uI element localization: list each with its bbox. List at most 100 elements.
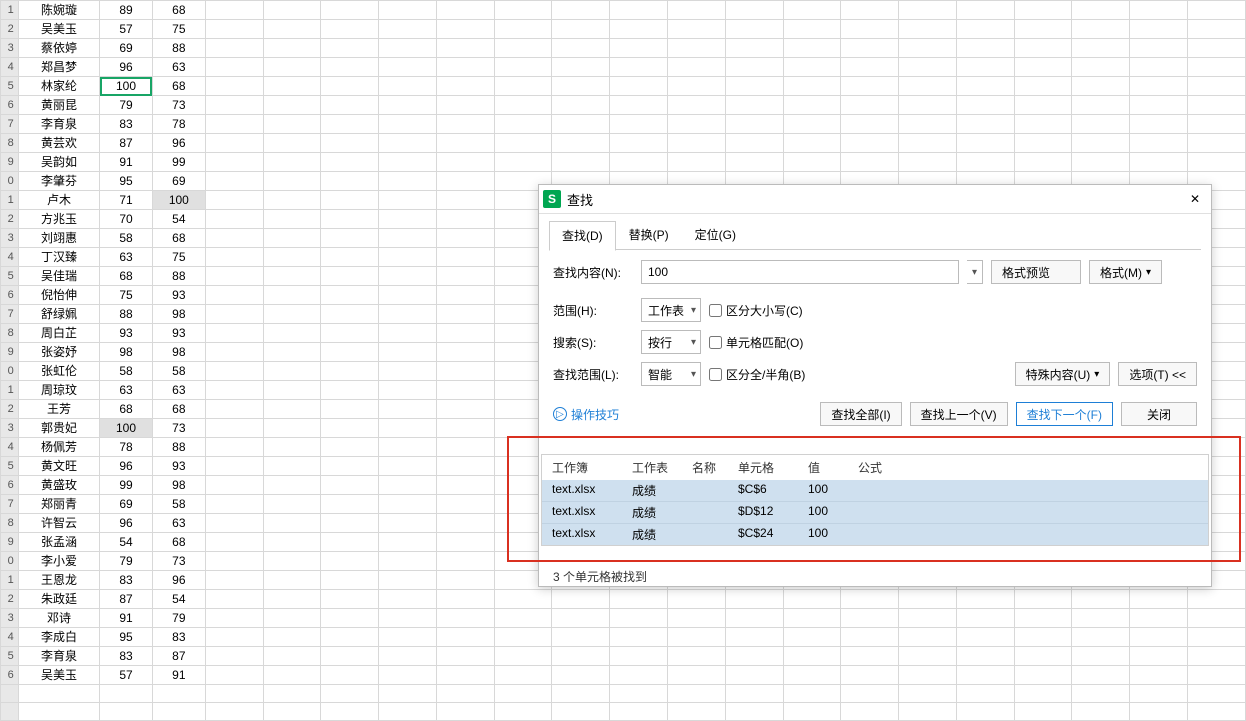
- cell[interactable]: [1130, 96, 1188, 115]
- cell[interactable]: [552, 609, 610, 628]
- cell[interactable]: 73: [152, 96, 205, 115]
- cell[interactable]: [1188, 666, 1246, 685]
- row-number[interactable]: 9: [1, 153, 19, 172]
- cell[interactable]: [205, 153, 263, 172]
- cell[interactable]: 58: [152, 362, 205, 381]
- cell[interactable]: 63: [100, 248, 153, 267]
- cell[interactable]: 68: [152, 77, 205, 96]
- cell[interactable]: [436, 115, 494, 134]
- cell[interactable]: [436, 58, 494, 77]
- cell[interactable]: [263, 495, 321, 514]
- cell[interactable]: [379, 1, 437, 20]
- cell[interactable]: [205, 609, 263, 628]
- cell[interactable]: [205, 20, 263, 39]
- findprev-button[interactable]: 查找上一个(V): [910, 402, 1008, 426]
- cell[interactable]: 88: [100, 305, 153, 324]
- cell[interactable]: [841, 590, 899, 609]
- cell[interactable]: [263, 571, 321, 590]
- cell[interactable]: 张虹伦: [18, 362, 99, 381]
- cell[interactable]: [899, 1, 957, 20]
- cell[interactable]: [379, 457, 437, 476]
- cell[interactable]: [1188, 58, 1246, 77]
- cell[interactable]: 吴佳瑞: [18, 267, 99, 286]
- row-number[interactable]: 4: [1, 438, 19, 457]
- cell[interactable]: 91: [152, 666, 205, 685]
- cell[interactable]: [321, 419, 379, 438]
- cell[interactable]: [668, 703, 726, 721]
- search-select[interactable]: 按行▾: [641, 330, 701, 354]
- cell[interactable]: [668, 590, 726, 609]
- cell[interactable]: [1014, 20, 1072, 39]
- cell[interactable]: 黄文旺: [18, 457, 99, 476]
- cell[interactable]: [321, 229, 379, 248]
- cell[interactable]: 70: [100, 210, 153, 229]
- cell[interactable]: [668, 1, 726, 20]
- cell[interactable]: [668, 115, 726, 134]
- cell[interactable]: [552, 590, 610, 609]
- cell[interactable]: [1072, 703, 1130, 721]
- cell[interactable]: 79: [100, 552, 153, 571]
- halfwidth-checkbox[interactable]: 区分全/半角(B): [709, 366, 805, 383]
- cell[interactable]: [841, 1, 899, 20]
- cell[interactable]: [1072, 58, 1130, 77]
- cell[interactable]: [379, 343, 437, 362]
- cell[interactable]: [610, 77, 668, 96]
- findnext-button[interactable]: 查找下一个(F): [1016, 402, 1113, 426]
- result-row[interactable]: text.xlsx成绩$C$6100: [542, 480, 1208, 501]
- cell[interactable]: [205, 419, 263, 438]
- cell[interactable]: [379, 476, 437, 495]
- row-number[interactable]: 2: [1, 210, 19, 229]
- table-row[interactable]: 5李育泉8387: [1, 647, 1246, 666]
- cell[interactable]: [783, 20, 841, 39]
- cell[interactable]: [205, 457, 263, 476]
- cell[interactable]: [379, 229, 437, 248]
- cell[interactable]: [321, 343, 379, 362]
- table-row[interactable]: 2朱政廷8754: [1, 590, 1246, 609]
- row-number[interactable]: 3: [1, 419, 19, 438]
- cell[interactable]: 95: [100, 172, 153, 191]
- cell[interactable]: [1188, 609, 1246, 628]
- cell[interactable]: [1130, 590, 1188, 609]
- cell[interactable]: [436, 191, 494, 210]
- cell[interactable]: [436, 248, 494, 267]
- cell[interactable]: [1072, 153, 1130, 172]
- cell[interactable]: 丁汉臻: [18, 248, 99, 267]
- cell[interactable]: [1188, 703, 1246, 721]
- cell[interactable]: 69: [100, 495, 153, 514]
- cell[interactable]: [321, 381, 379, 400]
- cell[interactable]: [1014, 703, 1072, 721]
- cell[interactable]: [379, 210, 437, 229]
- cell[interactable]: [668, 58, 726, 77]
- cell[interactable]: [321, 476, 379, 495]
- table-row[interactable]: 7李育泉8378: [1, 115, 1246, 134]
- row-number[interactable]: 1: [1, 191, 19, 210]
- cell[interactable]: [436, 647, 494, 666]
- cell[interactable]: [321, 514, 379, 533]
- cell[interactable]: [321, 628, 379, 647]
- cell[interactable]: [379, 438, 437, 457]
- cell[interactable]: [725, 590, 783, 609]
- cell[interactable]: [841, 666, 899, 685]
- cell[interactable]: [321, 609, 379, 628]
- cell[interactable]: 倪怡伸: [18, 286, 99, 305]
- cell[interactable]: 98: [100, 343, 153, 362]
- cell[interactable]: [379, 495, 437, 514]
- cell[interactable]: [18, 703, 99, 721]
- cell[interactable]: [1072, 609, 1130, 628]
- cell[interactable]: [379, 153, 437, 172]
- cell[interactable]: [436, 324, 494, 343]
- cell[interactable]: 91: [100, 609, 153, 628]
- cell[interactable]: [205, 172, 263, 191]
- tips-link[interactable]: ▷ 操作技巧: [553, 406, 619, 423]
- cell[interactable]: [668, 666, 726, 685]
- cell[interactable]: [321, 305, 379, 324]
- tab-goto[interactable]: 定位(G): [682, 220, 749, 250]
- cell[interactable]: [494, 628, 552, 647]
- cell[interactable]: 88: [152, 267, 205, 286]
- cell[interactable]: [379, 362, 437, 381]
- row-number[interactable]: 1: [1, 381, 19, 400]
- cell[interactable]: [783, 666, 841, 685]
- cell[interactable]: [205, 703, 263, 721]
- cell[interactable]: [205, 514, 263, 533]
- cell[interactable]: [263, 438, 321, 457]
